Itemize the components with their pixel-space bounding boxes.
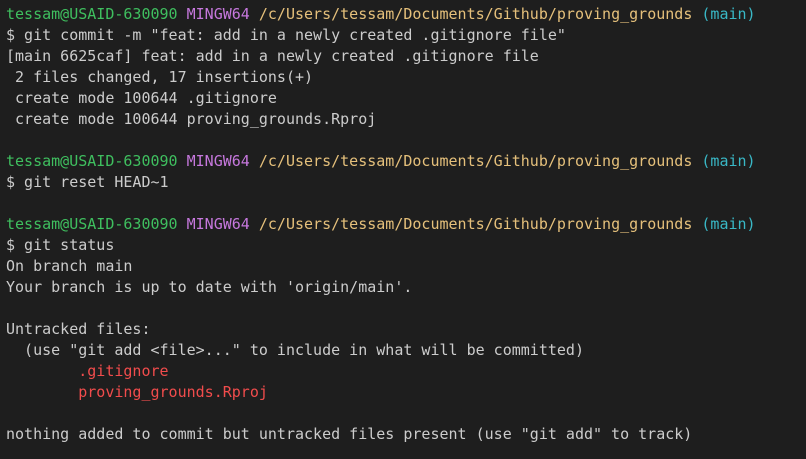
- user-host: tessam@USAID-630090: [6, 215, 178, 233]
- line-text: create mode 100644 proving_grounds.Rproj: [6, 110, 377, 128]
- output-line: $ git status: [6, 235, 806, 256]
- output-line: nothing added to commit but untracked fi…: [6, 424, 806, 445]
- working-path: /c/Users/tessam/Documents/Github/proving…: [258, 215, 693, 233]
- prompt-line: tessam@USAID-630090 MINGW64 /c/Users/tes…: [6, 151, 806, 172]
- system-name: MINGW64: [186, 152, 250, 170]
- output-line: create mode 100644 .gitignore: [6, 88, 806, 109]
- line-text: (use "git add <file>..." to include in w…: [6, 341, 584, 359]
- system-name: MINGW64: [186, 5, 250, 23]
- line-text: $ git reset HEAD~1: [6, 173, 169, 191]
- output-line: [main 6625caf] feat: add in a newly crea…: [6, 46, 806, 67]
- line-text: $ git status: [6, 236, 115, 254]
- line-text: Untracked files:: [6, 320, 151, 338]
- line-text: $ git commit -m "feat: add in a newly cr…: [6, 26, 566, 44]
- user-host: tessam@USAID-630090: [6, 152, 178, 170]
- prompt-line: tessam@USAID-630090 MINGW64 /c/Users/tes…: [6, 214, 806, 235]
- output-line: Untracked files:: [6, 319, 806, 340]
- output-line: On branch main: [6, 256, 806, 277]
- line-text: .gitignore: [6, 362, 169, 380]
- output-line: $ git commit -m "feat: add in a newly cr…: [6, 25, 806, 46]
- line-text: proving_grounds.Rproj: [6, 383, 268, 401]
- line-text: 2 files changed, 17 insertions(+): [6, 68, 314, 86]
- system-name: MINGW64: [186, 215, 250, 233]
- line-text: Your branch is up to date with 'origin/m…: [6, 278, 413, 296]
- terminal-window[interactable]: tessam@USAID-630090 MINGW64 /c/Users/tes…: [0, 0, 806, 459]
- line-text: [main 6625caf] feat: add in a newly crea…: [6, 47, 539, 65]
- output-line: (use "git add <file>..." to include in w…: [6, 340, 806, 361]
- working-path: /c/Users/tessam/Documents/Github/proving…: [258, 5, 693, 23]
- line-text: create mode 100644 .gitignore: [6, 89, 277, 107]
- output-line: 2 files changed, 17 insertions(+): [6, 67, 806, 88]
- git-branch: (main): [701, 215, 756, 233]
- output-line: create mode 100644 proving_grounds.Rproj: [6, 109, 806, 130]
- line-text: nothing added to commit but untracked fi…: [6, 425, 693, 443]
- prompt-line: tessam@USAID-630090 MINGW64 /c/Users/tes…: [6, 4, 806, 25]
- git-branch: (main): [701, 152, 756, 170]
- untracked-file-line: .gitignore: [6, 361, 806, 382]
- untracked-file-line: proving_grounds.Rproj: [6, 382, 806, 403]
- output-line: $ git reset HEAD~1: [6, 172, 806, 193]
- output-line: Your branch is up to date with 'origin/m…: [6, 277, 806, 298]
- line-text: On branch main: [6, 257, 133, 275]
- user-host: tessam@USAID-630090: [6, 5, 178, 23]
- git-branch: (main): [701, 5, 756, 23]
- working-path: /c/Users/tessam/Documents/Github/proving…: [258, 152, 693, 170]
